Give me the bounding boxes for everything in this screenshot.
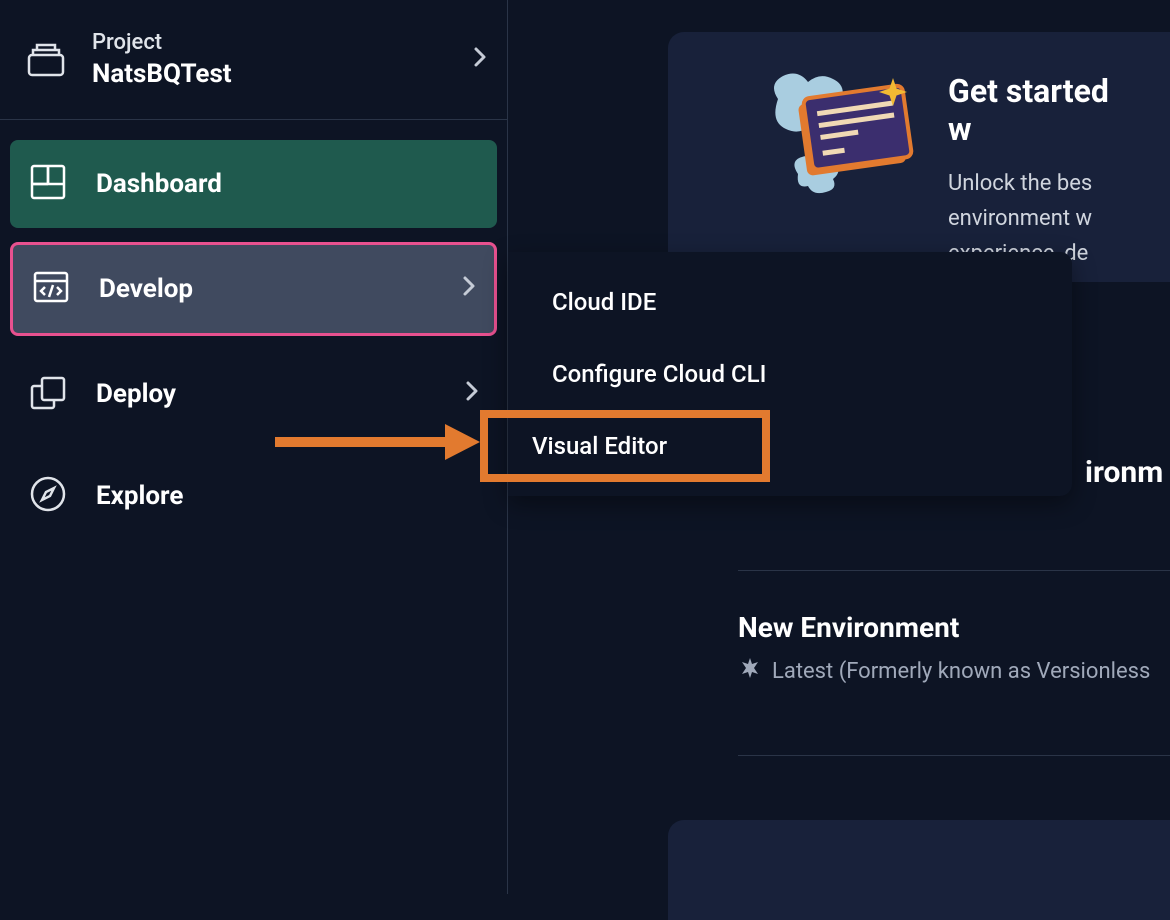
version-icon	[738, 656, 762, 686]
environment-version: Latest (Formerly known as Versionless	[738, 656, 1170, 686]
project-name: NatsBQTest	[92, 59, 473, 89]
card-content: Get started w Unlock the bes environment…	[948, 72, 1130, 272]
dashboard-icon	[28, 162, 68, 206]
get-started-card: Get started w Unlock the bes environment…	[668, 32, 1170, 282]
nav-label-deploy: Deploy	[96, 379, 465, 409]
nav-label-develop: Develop	[99, 274, 462, 304]
project-text: Project NatsBQTest	[92, 30, 473, 89]
nav-item-dashboard[interactable]: Dashboard	[10, 140, 497, 228]
bottom-card	[668, 820, 1170, 920]
develop-submenu: Cloud IDE Configure Cloud CLI Visual Edi…	[508, 252, 1072, 496]
menu-item-cloud-cli[interactable]: Configure Cloud CLI	[508, 338, 1072, 410]
divider	[738, 755, 1170, 756]
project-selector[interactable]: Project NatsBQTest	[0, 0, 507, 120]
card-illustration	[748, 64, 923, 219]
nav-item-develop[interactable]: Develop	[10, 242, 497, 336]
explore-icon	[28, 474, 68, 518]
deploy-icon	[28, 372, 68, 416]
environment-name: New Environment	[738, 611, 1170, 644]
section-header-text: ironm	[1085, 455, 1163, 490]
chevron-right-icon	[462, 275, 476, 303]
menu-item-visual-editor[interactable]: Visual Editor	[480, 410, 770, 482]
environment-card[interactable]: New Environment Latest (Formerly known a…	[738, 570, 1170, 686]
menu-item-cloud-ide[interactable]: Cloud IDE	[508, 266, 1072, 338]
environment-version-text: Latest (Formerly known as Versionless	[772, 659, 1150, 684]
nav-label-dashboard: Dashboard	[96, 169, 479, 199]
main-content: Get started w Unlock the bes environment…	[508, 0, 1170, 894]
nav-list: Dashboard Develop	[0, 120, 507, 574]
project-icon	[25, 37, 67, 83]
arrow-annotation	[275, 422, 485, 466]
develop-icon	[31, 267, 71, 311]
chevron-right-icon	[465, 380, 479, 408]
nav-label-explore: Explore	[96, 481, 479, 511]
chevron-right-icon	[473, 46, 487, 74]
card-title: Get started w	[948, 72, 1130, 148]
project-label: Project	[92, 30, 473, 55]
